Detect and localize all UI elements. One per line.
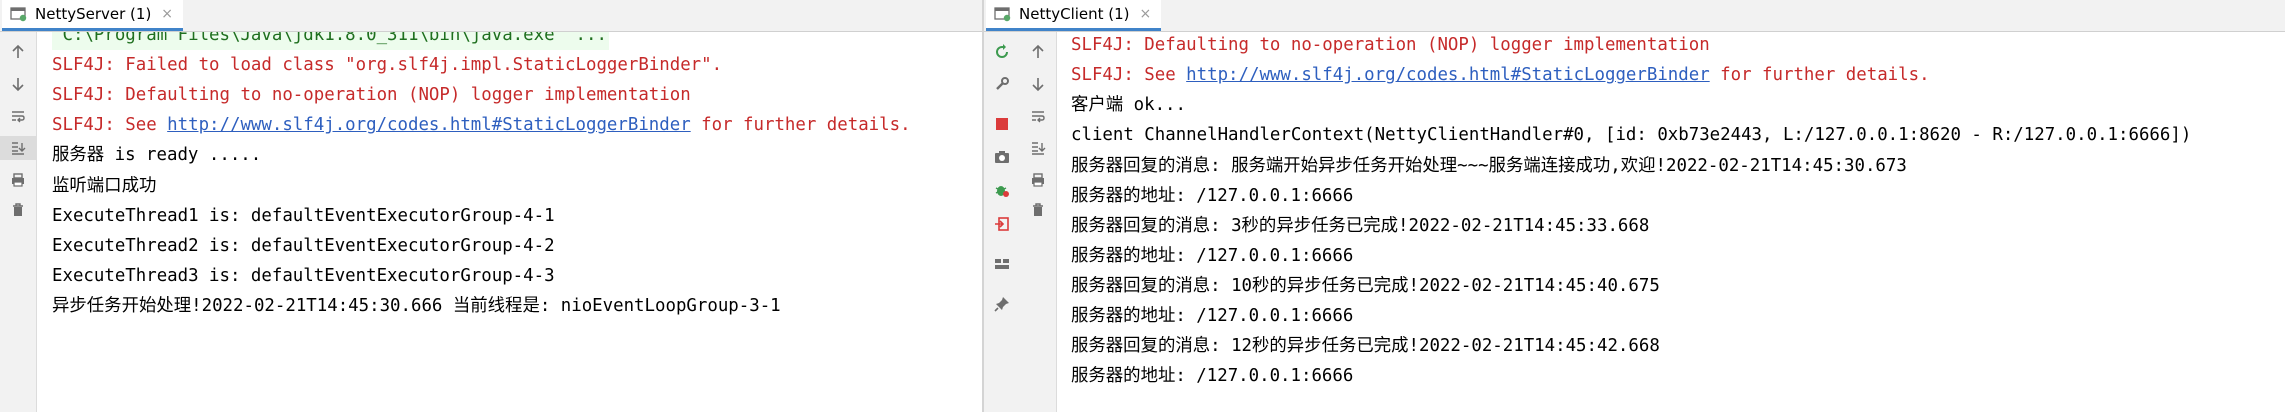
- console-line: ExecuteThread2 is: defaultEventExecutorG…: [52, 235, 555, 256]
- server-console-output[interactable]: "C:\Program Files\Java\jdk1.8.0_311\bin\…: [37, 32, 982, 412]
- tab-close-icon[interactable]: ×: [1140, 6, 1152, 22]
- console-link[interactable]: http://www.slf4j.org/codes.html#StaticLo…: [167, 115, 691, 135]
- tab-label: NettyServer (1): [35, 5, 152, 23]
- console-line: 服务器的地址: /127.0.0.1:6666: [1071, 306, 1354, 326]
- console-line: 服务器的地址: /127.0.0.1:6666: [1071, 245, 1354, 266]
- server-run-panel: NettyServer (1) × "C:\Program Files\Java…: [0, 0, 982, 412]
- arrow-down-icon[interactable]: [0, 72, 36, 96]
- run-tool-window: NettyServer (1) × "C:\Program Files\Java…: [0, 0, 2285, 412]
- console-toolbar: [0, 32, 37, 412]
- tab-close-icon[interactable]: ×: [161, 6, 173, 22]
- console-line: 服务器回复的消息: 10秒的异步任务已完成!2022-02-21T14:45:4…: [1071, 275, 1660, 296]
- pin-icon[interactable]: [984, 292, 1020, 316]
- trash-icon[interactable]: [0, 198, 36, 222]
- arrow-down-icon[interactable]: [1020, 72, 1056, 96]
- rerun-icon[interactable]: [984, 40, 1020, 64]
- scroll-to-end-icon[interactable]: [1020, 136, 1056, 160]
- console-line: 服务器的地址: /127.0.0.1:6666: [1071, 366, 1354, 387]
- tab-bar: NettyClient (1) ×: [984, 0, 2285, 32]
- console-line: SLF4J: Defaulting to no-operation (NOP) …: [52, 85, 691, 106]
- console-toolbar: [1020, 32, 1057, 412]
- client-console-output[interactable]: SLF4J: Failed to load class "org.slf4j.i…: [1056, 32, 2285, 412]
- console-text: SLF4J: See: [52, 115, 168, 136]
- tab-netty-server[interactable]: NettyServer (1) ×: [2, 0, 184, 31]
- tab-bar: NettyServer (1) ×: [0, 0, 982, 32]
- console-text: for further details.: [690, 115, 911, 136]
- tab-netty-client[interactable]: NettyClient (1) ×: [986, 0, 1162, 31]
- layout-icon[interactable]: [984, 252, 1020, 276]
- console-text: for further details.: [1709, 65, 1930, 86]
- wrench-icon[interactable]: [984, 72, 1020, 96]
- soft-wrap-icon[interactable]: [1020, 104, 1056, 128]
- console-line: 服务器 is ready .....: [52, 145, 262, 166]
- run-actions-toolbar: [984, 32, 1021, 412]
- run-config-icon: [994, 6, 1012, 22]
- console-line: "C:\Program Files\Java\jdk1.8.0_311\bin\…: [52, 32, 609, 50]
- arrow-up-icon[interactable]: [0, 40, 36, 64]
- arrow-up-icon[interactable]: [1020, 40, 1056, 64]
- console-line: 客户端 ok...: [1071, 95, 1186, 116]
- console-link[interactable]: http://www.slf4j.org/codes.html#StaticLo…: [1186, 65, 1710, 85]
- console-line: 服务器的地址: /127.0.0.1:6666: [1071, 185, 1354, 206]
- scroll-to-end-icon[interactable]: [0, 136, 36, 160]
- stop-icon[interactable]: [984, 112, 1020, 136]
- console-line: 异步任务开始处理!2022-02-21T14:45:30.666 当前线程是: …: [52, 295, 781, 316]
- console-line: 服务器回复的消息: 服务端开始异步任务开始处理~~~服务端连接成功,欢迎!202…: [1071, 155, 1907, 176]
- client-run-panel: NettyClient (1) × SLF4J: Defaulting to n…: [984, 0, 2285, 412]
- debug-icon[interactable]: [984, 178, 1020, 202]
- console-line: ExecuteThread1 is: defaultEventExecutorG…: [52, 205, 555, 226]
- console-line: 服务器回复的消息: 12秒的异步任务已完成!2022-02-21T14:45:4…: [1071, 336, 1660, 357]
- console-line: SLF4J: Defaulting to no-operation (NOP) …: [1071, 35, 1710, 56]
- exit-icon[interactable]: [984, 212, 1020, 236]
- console-line: client ChannelHandlerContext(NettyClient…: [1071, 125, 2192, 146]
- print-icon[interactable]: [0, 168, 36, 192]
- print-icon[interactable]: [1020, 168, 1056, 192]
- trash-icon[interactable]: [1020, 198, 1056, 222]
- console-line: SLF4J: Failed to load class "org.slf4j.i…: [52, 55, 723, 76]
- tab-label: NettyClient (1): [1019, 5, 1130, 23]
- console-line: SLF4J: See http://www.slf4j.org/codes.ht…: [52, 110, 911, 140]
- console-text: SLF4J: See: [1071, 65, 1187, 86]
- console-line: SLF4J: See http://www.slf4j.org/codes.ht…: [1071, 60, 1930, 90]
- run-config-icon: [10, 6, 28, 22]
- console-line: ExecuteThread3 is: defaultEventExecutorG…: [52, 265, 555, 286]
- soft-wrap-icon[interactable]: [0, 104, 36, 128]
- camera-icon[interactable]: [984, 145, 1020, 169]
- console-line: 服务器回复的消息: 3秒的异步任务已完成!2022-02-21T14:45:33…: [1071, 215, 1650, 236]
- console-line: 监听端口成功: [52, 175, 157, 196]
